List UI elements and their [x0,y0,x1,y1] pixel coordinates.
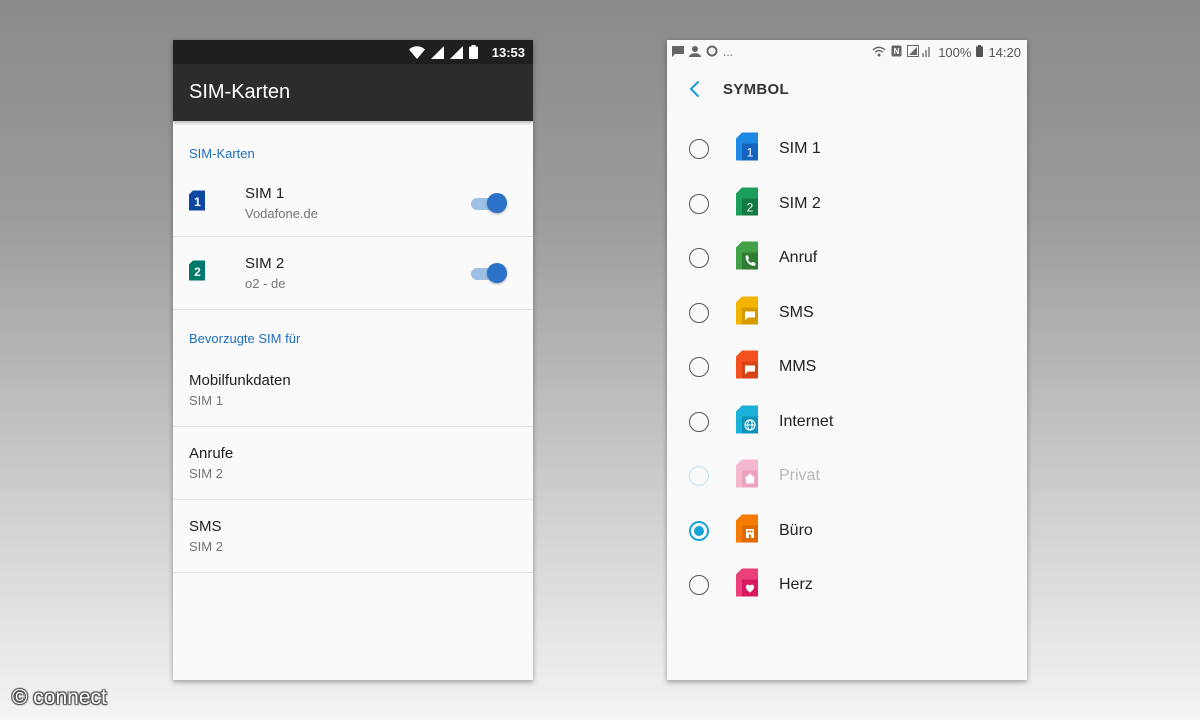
section-header-sim-cards: SIM-Karten [173,121,533,169]
signal-sim1-icon [430,45,444,59]
option-call[interactable]: Anruf [667,231,1027,286]
pref-title: Mobilfunkdaten [189,372,291,389]
pref-title: SMS [189,518,222,535]
sim-number-1: 1 [194,195,201,209]
option-private: Privat [667,449,1027,504]
sim-card-1-icon: 1 [189,190,205,215]
status-time: 14:20 [988,44,1021,60]
status-bar: 13:53 [173,40,533,64]
mms-icon [736,350,758,384]
sim-number-2: 2 [194,265,201,279]
sim-carrier: Vodafone.de [245,205,319,221]
sync-notification-icon [706,45,718,60]
svg-text:2: 2 [747,200,754,214]
section-header-label: Bevorzugte SIM für [189,331,301,346]
radio-button-selected[interactable] [689,520,709,541]
pref-value: SIM 1 [189,393,223,408]
status-bar: ... N 100% 14:20 [667,40,1027,64]
option-internet[interactable]: Internet [667,395,1027,450]
sim-name: SIM 2 [245,255,285,272]
radio-button[interactable] [689,411,709,432]
pref-mobile-data[interactable]: Mobilfunkdaten SIM 1 [173,354,533,427]
page-title: SYMBOL [723,80,789,98]
home-icon [736,459,758,493]
sim-1-toggle[interactable] [471,192,507,213]
option-label: SMS [779,303,814,321]
pref-value: SIM 2 [189,539,223,554]
radio-button[interactable] [689,575,709,596]
sim-card-2-icon: 2 [189,260,205,286]
option-sms[interactable]: SMS [667,286,1027,341]
option-label: SIM 1 [779,140,821,158]
option-label: MMS [779,358,817,376]
pref-calls[interactable]: Anrufe SIM 2 [173,427,533,500]
section-header-label: SIM-Karten [189,146,255,161]
pref-value: SIM 2 [189,466,223,481]
wifi-icon [872,45,886,60]
page-title: SIM-Karten [189,81,291,103]
option-mms[interactable]: MMS [667,340,1027,395]
sim-2-toggle[interactable] [471,263,507,283]
sim-2-icon: 2 [736,187,758,220]
sim-symbol-screen: ... N 100% 14:20 SYMBOL 1 SIM 1 2 SIM 2 … [667,40,1027,680]
option-label: Internet [779,412,834,430]
option-label: Anruf [779,249,818,267]
svg-text:N: N [894,47,900,56]
sim-name: SIM 1 [245,184,285,202]
option-sim-1[interactable]: 1 SIM 1 [667,122,1027,177]
more-notifications: ... [723,45,734,59]
battery-icon [976,44,984,60]
message-notification-icon [672,45,684,60]
option-label: SIM 2 [779,194,821,212]
status-time: 13:53 [491,44,525,60]
option-heart[interactable]: Herz [667,558,1027,613]
radio-button[interactable] [689,248,709,269]
option-office[interactable]: Büro [667,504,1027,559]
sim-row-1[interactable]: 1 SIM 1 Vodafone.de [173,169,533,237]
radio-button[interactable] [689,357,709,378]
phone-icon [736,241,758,275]
back-arrow-icon[interactable] [685,79,705,99]
pref-title: Anrufe [189,445,234,462]
radio-button[interactable] [689,193,709,214]
battery-level: 100% [938,44,972,60]
sim-row-2[interactable]: 2 SIM 2 o2 - de [173,237,533,310]
option-label: Privat [779,467,820,485]
globe-icon [736,405,758,438]
sim-1-icon: 1 [736,132,758,166]
sms-icon [736,296,758,329]
battery-icon [468,45,478,59]
sim-cards-screen: 13:53 SIM-Karten SIM-Karten 1 SIM 1 Voda… [173,40,533,680]
pref-sms[interactable]: SMS SIM 2 [173,500,533,573]
wifi-icon [408,45,425,59]
copyright-watermark: © connect [12,686,107,709]
sim-carrier: o2 - de [245,276,286,291]
radio-button[interactable] [689,302,709,323]
signal-icon [907,44,933,60]
heart-icon [736,568,758,602]
radio-button [689,466,709,487]
contact-notification-icon [689,45,701,60]
radio-button[interactable] [689,139,709,160]
office-icon [736,514,758,547]
app-bar: SIM-Karten [173,64,533,121]
option-label: Herz [779,576,813,594]
signal-sim2-icon [449,45,463,59]
svg-text:1: 1 [747,146,754,160]
nfc-icon: N [891,45,902,60]
option-sim-2[interactable]: 2 SIM 2 [667,177,1027,232]
option-label: Büro [779,521,813,539]
top-bar: SYMBOL [667,64,1027,114]
section-header-preferred-sim: Bevorzugte SIM für [173,310,533,354]
